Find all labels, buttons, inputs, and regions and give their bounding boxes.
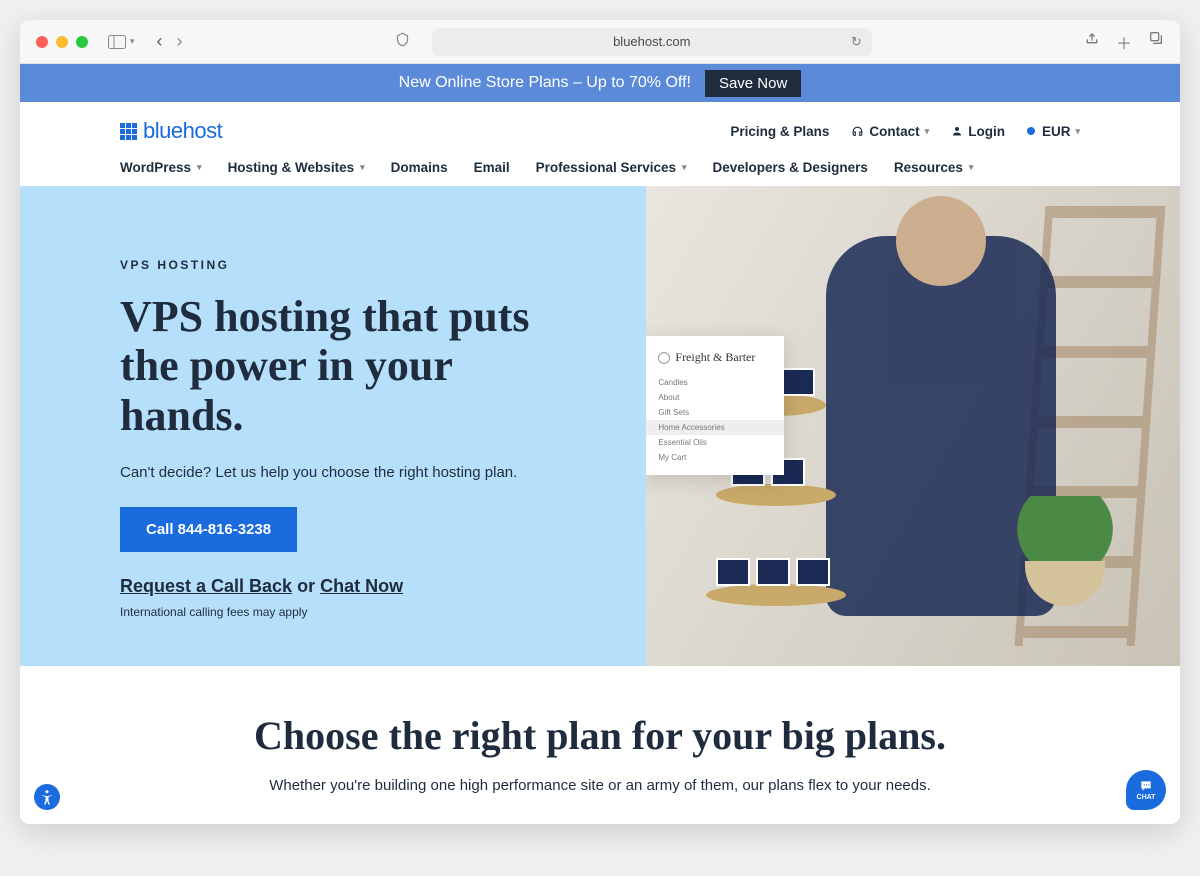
- pricing-plans-link[interactable]: Pricing & Plans: [730, 124, 829, 139]
- accessibility-button[interactable]: [34, 784, 60, 810]
- sidebar-toggle-button[interactable]: ▾: [108, 35, 135, 49]
- nav-resources[interactable]: Resources▾: [894, 160, 974, 175]
- chevron-down-icon: ▾: [360, 162, 365, 173]
- preview-menu-item: Gift Sets: [658, 405, 770, 420]
- maximize-window-button[interactable]: [76, 36, 88, 48]
- hero-section: VPS HOSTING VPS hosting that puts the po…: [20, 186, 1180, 666]
- new-tab-icon[interactable]: ＋: [1116, 30, 1132, 54]
- share-icon[interactable]: [1084, 30, 1100, 54]
- window-controls: [36, 36, 88, 48]
- accessibility-icon: [38, 788, 56, 806]
- tabs-overview-icon[interactable]: [1148, 30, 1164, 54]
- chevron-down-icon: ▾: [197, 162, 202, 173]
- nav-wordpress[interactable]: WordPress▾: [120, 160, 202, 175]
- contact-link[interactable]: Contact ▾: [851, 124, 929, 139]
- logo-text: bluehost: [143, 118, 222, 144]
- brand-logo-icon: [658, 352, 670, 364]
- currency-selector[interactable]: EUR ▾: [1027, 124, 1080, 139]
- main-nav: WordPress▾ Hosting & Websites▾ Domains E…: [120, 150, 1080, 186]
- nav-domains[interactable]: Domains: [391, 160, 448, 175]
- privacy-shield-icon[interactable]: [395, 32, 410, 51]
- preview-menu-item: Essential Oils: [658, 435, 770, 450]
- close-window-button[interactable]: [36, 36, 48, 48]
- nav-professional-services[interactable]: Professional Services▾: [536, 160, 687, 175]
- chevron-down-icon: ▾: [969, 162, 974, 173]
- plans-subtitle: Whether you're building one high perform…: [80, 777, 1120, 794]
- promo-banner: New Online Store Plans – Up to 70% Off! …: [20, 64, 1180, 102]
- preview-menu-item: My Cart: [658, 450, 770, 465]
- chevron-down-icon: ▾: [925, 126, 930, 137]
- chevron-down-icon: ▾: [682, 162, 687, 173]
- preview-menu-item: Candles: [658, 375, 770, 390]
- hero-subtitle: Can't decide? Let us help you choose the…: [120, 464, 606, 481]
- chevron-down-icon: ▾: [130, 36, 135, 47]
- website-preview-card: Freight & Barter Candles About Gift Sets…: [646, 336, 784, 475]
- call-button[interactable]: Call 844-816-3238: [120, 507, 297, 552]
- login-link[interactable]: Login: [951, 124, 1005, 139]
- plans-section: Choose the right plan for your big plans…: [20, 666, 1180, 824]
- currency-dot-icon: [1027, 127, 1035, 135]
- preview-brand: Freight & Barter: [658, 350, 770, 365]
- chat-widget-button[interactable]: CHAT: [1126, 770, 1166, 810]
- chat-label: CHAT: [1137, 794, 1156, 801]
- logo-icon: [120, 123, 137, 140]
- refresh-icon[interactable]: ↻: [851, 34, 862, 50]
- nav-hosting[interactable]: Hosting & Websites▾: [228, 160, 365, 175]
- hero-fineprint: International calling fees may apply: [120, 605, 606, 619]
- forward-button[interactable]: ›: [177, 31, 183, 52]
- chat-now-link[interactable]: Chat Now: [320, 576, 403, 596]
- promo-save-button[interactable]: Save Now: [705, 70, 801, 97]
- headset-icon: [851, 125, 864, 138]
- hero-eyebrow: VPS HOSTING: [120, 258, 606, 272]
- minimize-window-button[interactable]: [56, 36, 68, 48]
- request-callback-link[interactable]: Request a Call Back: [120, 576, 292, 596]
- browser-toolbar: ▾ ‹ › bluehost.com ↻ ＋: [20, 20, 1180, 64]
- url-text: bluehost.com: [613, 34, 690, 49]
- nav-developers[interactable]: Developers & Designers: [713, 160, 868, 175]
- chevron-down-icon: ▾: [1075, 126, 1080, 137]
- hero-title: VPS hosting that puts the power in your …: [120, 292, 580, 440]
- logo[interactable]: bluehost: [120, 118, 222, 144]
- preview-menu-item: About: [658, 390, 770, 405]
- address-bar[interactable]: bluehost.com ↻: [432, 28, 872, 56]
- promo-text: New Online Store Plans – Up to 70% Off!: [399, 74, 691, 92]
- back-button[interactable]: ‹: [157, 31, 163, 52]
- site-header: bluehost Pricing & Plans Contact ▾ Login: [20, 102, 1180, 186]
- utility-nav: Pricing & Plans Contact ▾ Login EUR: [730, 124, 1080, 139]
- user-icon: [951, 125, 963, 137]
- nav-email[interactable]: Email: [474, 160, 510, 175]
- chat-icon: [1137, 779, 1155, 793]
- hero-image: Freight & Barter Candles About Gift Sets…: [646, 186, 1180, 666]
- hero-secondary-cta: Request a Call Back or Chat Now: [120, 576, 606, 597]
- preview-menu-item: Home Accessories: [646, 420, 784, 435]
- plans-title: Choose the right plan for your big plans…: [80, 712, 1120, 759]
